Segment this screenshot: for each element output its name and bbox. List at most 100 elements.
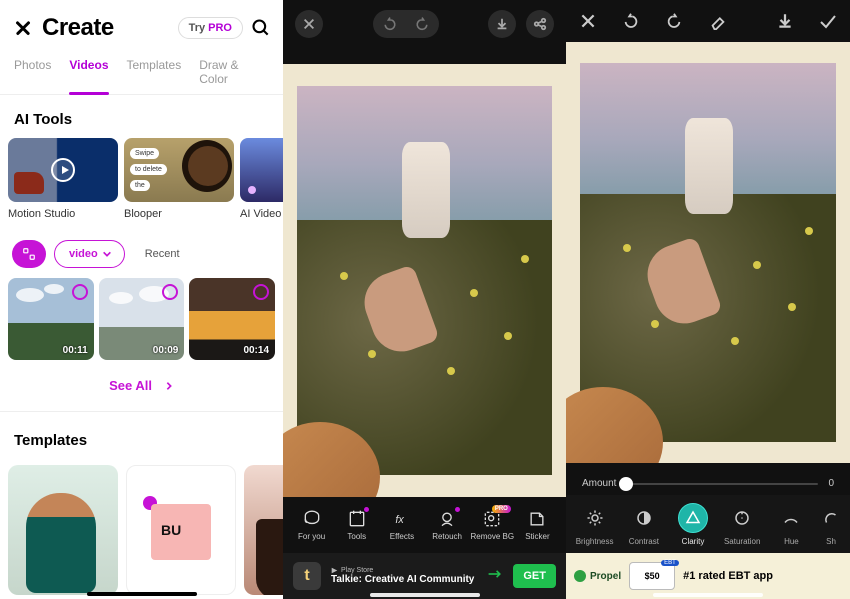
tab-photos[interactable]: Photos [14, 58, 51, 94]
see-all-link[interactable]: See All [0, 360, 283, 411]
editor-header [283, 0, 566, 48]
template-card[interactable] [8, 465, 118, 595]
template-card[interactable] [244, 465, 283, 595]
video-thumb[interactable]: 00:14 [189, 278, 275, 360]
select-ring-icon [72, 284, 88, 300]
adjust-saturation[interactable]: Saturation [718, 503, 767, 546]
search-icon[interactable] [251, 18, 271, 38]
adjust-shadows[interactable]: Sh [816, 503, 846, 546]
pro-label: PRO [208, 22, 232, 34]
redo-icon[interactable] [665, 10, 684, 32]
ebt-card-icon: $50 [629, 562, 675, 590]
home-indicator [87, 592, 197, 596]
canvas[interactable] [566, 42, 850, 463]
close-button[interactable] [578, 10, 597, 32]
video-filter-button[interactable]: video [54, 240, 125, 268]
filter-row: video Recent [0, 220, 283, 278]
ai-card-label: Blooper [124, 202, 234, 220]
create-panel: Create Try PRO Photos Videos Templates D… [0, 0, 283, 599]
amount-label: Amount [582, 478, 616, 489]
adjust-hue[interactable]: Hue [767, 503, 816, 546]
close-icon[interactable] [12, 17, 34, 39]
header: Create Try PRO [0, 0, 283, 52]
ad-brand: Propel [574, 570, 621, 582]
dot-indicator [364, 507, 369, 512]
ad-title: Talkie: Creative AI Community [331, 574, 477, 585]
tab-draw-color[interactable]: Draw & Color [199, 58, 269, 94]
motion-studio-thumb [8, 138, 118, 202]
share-button[interactable] [526, 10, 554, 38]
editor-toolbar: For you Tools fxEffects Retouch PRORemov… [283, 497, 566, 553]
select-ring-icon [162, 284, 178, 300]
ai-tools-row: Motion Studio Swipe to delete the Bloope… [0, 138, 283, 220]
confirm-button[interactable] [819, 10, 838, 32]
tool-tools[interactable]: Tools [334, 509, 379, 541]
tool-sticker[interactable]: Sticker [515, 509, 560, 541]
try-label: Try [189, 22, 209, 34]
videos-row: 00:11 00:09 00:14 [0, 278, 283, 360]
ebt-tag: EBT [661, 560, 679, 566]
ai-card-label: Motion Studio [8, 202, 118, 220]
undo-icon[interactable] [621, 10, 640, 32]
ai-card-blooper[interactable]: Swipe to delete the Blooper [124, 138, 234, 220]
tool-effects[interactable]: fxEffects [379, 509, 424, 541]
adjust-brightness[interactable]: Brightness [570, 503, 619, 546]
slider-knob[interactable] [619, 477, 633, 491]
ai-video-thumb [240, 138, 283, 202]
home-indicator [370, 593, 480, 597]
ad-cta-button[interactable]: GET [513, 564, 556, 588]
close-button[interactable] [295, 10, 323, 38]
template-card[interactable]: BU [126, 465, 236, 595]
ad-app-icon: t [293, 562, 321, 590]
ai-tools-heading: AI Tools [0, 95, 283, 138]
video-thumb[interactable]: 00:09 [99, 278, 185, 360]
undo-icon[interactable] [382, 17, 398, 31]
tool-remove-bg[interactable]: PRORemove BG [470, 509, 515, 541]
adjust-clarity[interactable]: Clarity [668, 503, 717, 546]
tool-for-you[interactable]: For you [289, 509, 334, 541]
tab-templates[interactable]: Templates [127, 58, 182, 94]
adjust-header [566, 0, 850, 42]
amount-value: 0 [828, 478, 834, 489]
undo-redo-group [373, 10, 439, 38]
ad-text: #1 rated EBT app [683, 570, 773, 582]
dot-indicator [455, 507, 460, 512]
ai-card-motion-studio[interactable]: Motion Studio [8, 138, 118, 220]
ai-card-label: AI Video [240, 202, 283, 220]
eraser-icon[interactable] [708, 10, 727, 32]
blooper-thumb: Swipe to delete the [124, 138, 234, 202]
select-ring-icon [253, 284, 269, 300]
adjust-panel: Amount 0 Brightness Contrast Clarity Sat… [566, 0, 850, 599]
adjust-toolbar: Brightness Contrast Clarity Saturation H… [566, 495, 850, 553]
canvas[interactable] [283, 64, 566, 497]
grid-toggle-button[interactable] [12, 240, 46, 268]
duration-label: 00:14 [243, 345, 269, 356]
editor-panel: For you Tools fxEffects Retouch PRORemov… [283, 0, 566, 599]
redo-icon[interactable] [414, 17, 430, 31]
tool-retouch[interactable]: Retouch [425, 509, 470, 541]
home-indicator [653, 593, 763, 597]
download-button[interactable] [488, 10, 516, 38]
video-thumb[interactable]: 00:11 [8, 278, 94, 360]
play-icon [51, 158, 75, 182]
chevron-down-icon [102, 249, 112, 259]
amount-slider-row: Amount 0 [566, 478, 850, 489]
tabs: Photos Videos Templates Draw & Color [0, 52, 283, 95]
adjust-contrast[interactable]: Contrast [619, 503, 668, 546]
ai-card-ai-video[interactable]: AI Video [240, 138, 283, 220]
arrow-right-icon [487, 566, 503, 587]
try-pro-button[interactable]: Try PRO [178, 17, 243, 39]
ad-store-label: Play Store [331, 567, 477, 574]
divider [0, 411, 283, 412]
tab-videos[interactable]: Videos [69, 58, 108, 94]
pro-badge: PRO [492, 505, 511, 513]
page-title: Create [42, 14, 170, 42]
templates-row: BU [0, 459, 283, 595]
download-button[interactable] [775, 10, 794, 32]
amount-slider[interactable] [626, 483, 818, 485]
recent-filter-button[interactable]: Recent [133, 240, 192, 268]
templates-heading: Templates [0, 416, 283, 459]
duration-label: 00:11 [63, 345, 88, 356]
chevron-right-icon [164, 381, 174, 391]
svg-text:fx: fx [395, 514, 404, 526]
